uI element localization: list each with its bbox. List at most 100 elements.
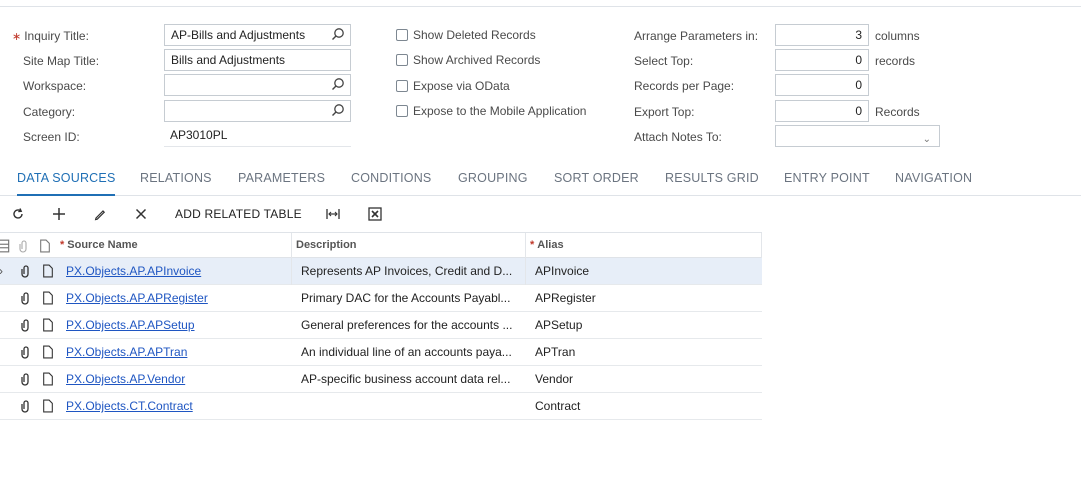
show-archived-checkbox[interactable]: Show Archived Records	[396, 53, 540, 67]
expose-odata-checkbox[interactable]: Expose via OData	[396, 79, 510, 93]
attachment-icon[interactable]	[20, 264, 32, 278]
description-cell: Represents AP Invoices, Credit and D...	[292, 258, 526, 285]
select-top-label: Select Top:	[634, 54, 694, 68]
required-marker: *	[60, 239, 65, 251]
records-per-page-label: Records per Page:	[634, 79, 735, 93]
category-field[interactable]	[164, 100, 351, 122]
site-map-title-field[interactable]: Bills and Adjustments	[164, 49, 351, 71]
category-label: Category:	[23, 105, 76, 119]
tab-relations[interactable]: RELATIONS	[140, 171, 212, 196]
attach-notes-select[interactable]: ⌄	[775, 125, 940, 147]
refresh-button[interactable]	[10, 204, 26, 224]
attachment-icon[interactable]	[20, 318, 32, 332]
alias-cell: APSetup	[535, 318, 583, 332]
columns-unit: columns	[875, 29, 920, 43]
tab-conditions[interactable]: CONDITIONS	[351, 171, 431, 196]
source-name-cell[interactable]: PX.Objects.AP.APRegister	[56, 285, 292, 312]
description-cell: Primary DAC for the Accounts Payabl...	[301, 291, 511, 305]
tab-grouping[interactable]: GROUPING	[458, 171, 528, 196]
inquiry-title-value: AP-Bills and Adjustments	[171, 28, 306, 42]
attachment-icon[interactable]	[20, 372, 32, 386]
expose-odata-label: Expose via OData	[413, 79, 510, 93]
table-row[interactable]: PX.Objects.CT.Contract Contract	[0, 393, 762, 420]
note-icon[interactable]	[42, 264, 54, 278]
source-name-cell[interactable]: PX.Objects.AP.APTran	[56, 339, 292, 366]
required-marker: *	[530, 239, 535, 251]
export-top-input[interactable]: 0	[775, 100, 869, 122]
records-unit: Records	[875, 105, 920, 119]
note-icon[interactable]	[42, 399, 54, 413]
data-sources-grid: *Source Name Description *Alias › PX.Obj…	[0, 232, 762, 420]
tab-data-sources[interactable]: DATA SOURCES	[17, 171, 116, 196]
arrange-parameters-label: Arrange Parameters in:	[634, 29, 759, 43]
attachment-icon[interactable]	[20, 345, 32, 359]
source-name-column-header[interactable]: * Source Name	[56, 233, 292, 259]
tab-parameters[interactable]: PARAMETERS	[238, 171, 325, 196]
search-icon[interactable]	[331, 103, 345, 117]
alias-cell: Contract	[535, 399, 581, 413]
tab-bar: DATA SOURCES RELATIONS PARAMETERS CONDIT…	[0, 164, 1081, 196]
table-row[interactable]: › PX.Objects.AP.APInvoice Represents AP …	[0, 258, 762, 285]
add-related-table-button[interactable]: ADD RELATED TABLE	[175, 204, 302, 224]
arrange-parameters-input[interactable]: 3	[775, 24, 869, 46]
note-icon[interactable]	[42, 372, 54, 386]
alias-column-header[interactable]: * Alias	[526, 233, 762, 259]
table-row[interactable]: PX.Objects.AP.Vendor AP-specific busines…	[0, 366, 762, 393]
description-cell: General preferences for the accounts ...	[301, 318, 513, 332]
edit-button[interactable]	[92, 204, 108, 224]
select-top-input[interactable]: 0	[775, 49, 869, 71]
attach-notes-label: Attach Notes To:	[634, 130, 722, 144]
site-map-title-label: Site Map Title:	[23, 54, 100, 68]
close-icon	[135, 208, 147, 220]
workspace-field[interactable]	[164, 74, 351, 96]
required-marker: ∗	[12, 31, 22, 43]
description-column-header[interactable]: Description	[292, 233, 526, 259]
show-deleted-checkbox[interactable]: Show Deleted Records	[396, 28, 536, 42]
alias-cell: APRegister	[535, 291, 596, 305]
inquiry-title-field[interactable]: AP-Bills and Adjustments	[164, 24, 351, 46]
checkbox-box[interactable]	[396, 54, 408, 66]
tab-sort-order[interactable]: SORT ORDER	[554, 171, 639, 196]
export-top-label: Export Top:	[634, 105, 695, 119]
source-name-cell[interactable]: PX.Objects.AP.Vendor	[56, 366, 292, 393]
tab-entry-point[interactable]: ENTRY POINT	[784, 171, 870, 196]
alias-cell: Vendor	[535, 372, 574, 386]
refresh-icon	[13, 208, 23, 219]
screen-id-label: Screen ID:	[23, 130, 80, 144]
note-icon	[40, 239, 50, 253]
source-name-cell[interactable]: PX.Objects.AP.APInvoice	[56, 258, 292, 285]
show-archived-label: Show Archived Records	[413, 53, 541, 67]
chevron-down-icon: ⌄	[922, 134, 931, 145]
screen-id-field: AP3010PL	[164, 125, 351, 147]
note-icon[interactable]	[42, 291, 54, 305]
grid-toolbar: ADD RELATED TABLE	[0, 200, 1081, 228]
source-name-cell[interactable]: PX.Objects.CT.Contract	[56, 393, 292, 420]
table-row[interactable]: PX.Objects.AP.APRegister Primary DAC for…	[0, 285, 762, 312]
add-row-button[interactable]	[51, 204, 67, 224]
top-divider	[0, 6, 1081, 7]
table-row[interactable]: PX.Objects.AP.APSetup General preference…	[0, 312, 762, 339]
table-row[interactable]: PX.Objects.AP.APTran An individual line …	[0, 339, 762, 366]
expose-mobile-checkbox[interactable]: Expose to the Mobile Application	[396, 104, 586, 118]
records-per-page-input[interactable]: 0	[775, 74, 869, 96]
note-icon[interactable]	[42, 345, 54, 359]
search-icon[interactable]	[331, 77, 345, 91]
export-excel-button[interactable]	[367, 204, 383, 224]
search-icon[interactable]	[331, 27, 345, 41]
checkbox-box[interactable]	[396, 80, 408, 92]
fit-columns-button[interactable]	[325, 204, 341, 224]
source-name-cell[interactable]: PX.Objects.AP.APSetup	[56, 312, 292, 339]
attachment-icon	[19, 240, 27, 253]
note-icon[interactable]	[42, 318, 54, 332]
attachment-icon[interactable]	[20, 399, 32, 413]
description-cell	[292, 393, 526, 420]
tab-navigation[interactable]: NAVIGATION	[895, 171, 972, 196]
checkbox-box[interactable]	[396, 29, 408, 41]
tab-results-grid[interactable]: RESULTS GRID	[665, 171, 759, 196]
row-pointer-icon: ›	[0, 258, 11, 285]
attachment-icon[interactable]	[20, 291, 32, 305]
delete-button[interactable]	[133, 204, 149, 224]
checkbox-box[interactable]	[396, 105, 408, 117]
workspace-label: Workspace:	[23, 79, 87, 93]
grid-header: * Source Name Description * Alias	[0, 232, 762, 259]
